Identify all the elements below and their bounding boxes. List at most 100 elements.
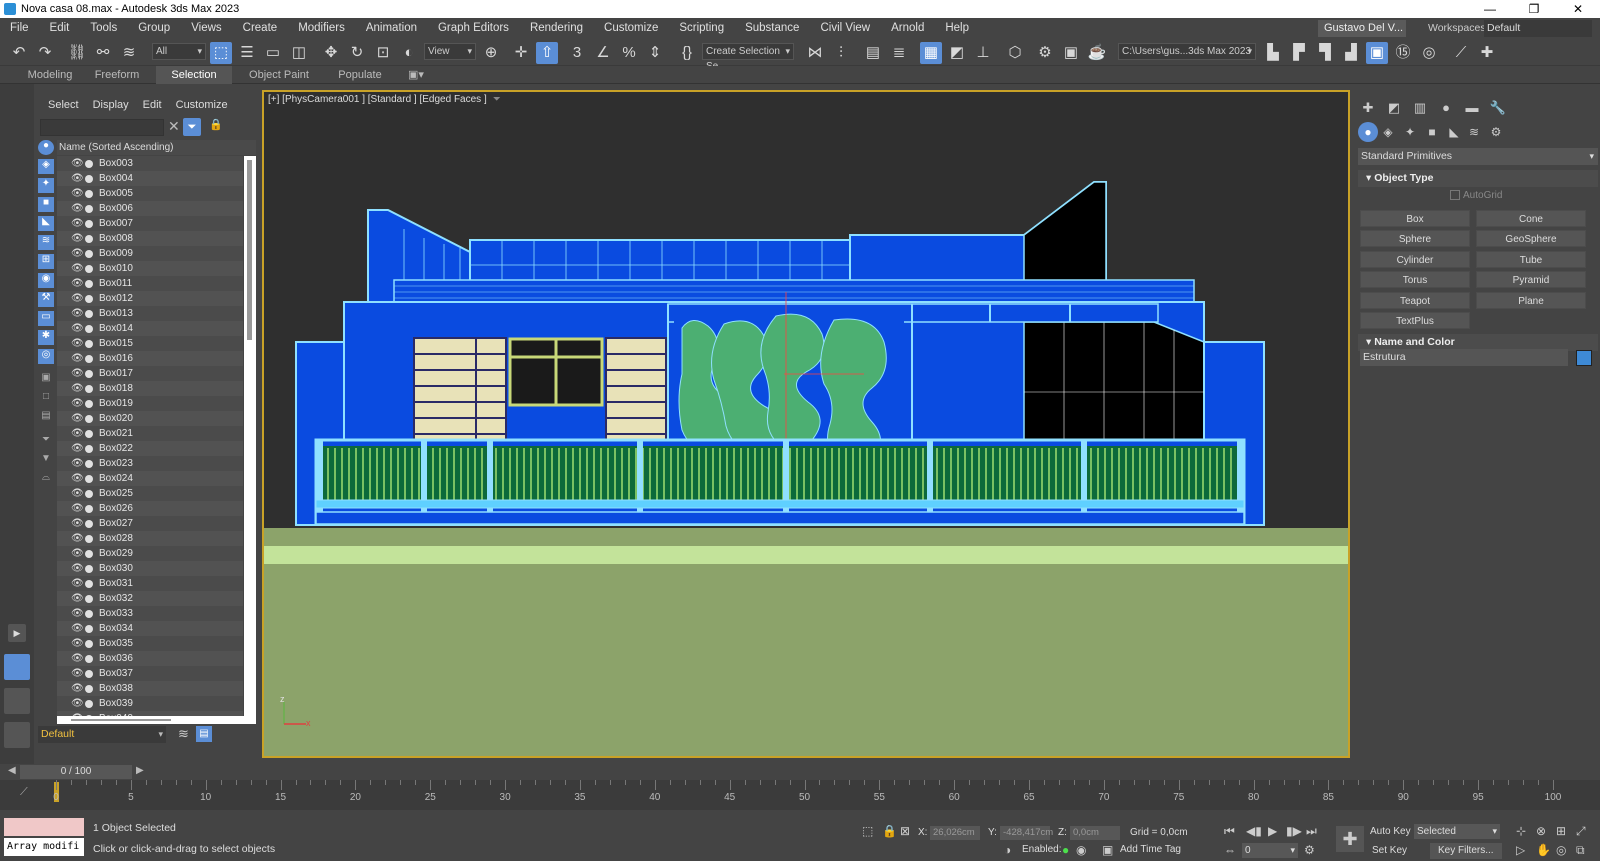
max-creation-graph-icon[interactable]: ▟ bbox=[1340, 42, 1362, 64]
visibility-eye-icon[interactable]: 👁 bbox=[71, 321, 85, 336]
menu-scripting[interactable]: Scripting bbox=[669, 18, 735, 38]
freeze-dot-icon[interactable] bbox=[85, 684, 93, 693]
freeze-dot-icon[interactable] bbox=[85, 594, 93, 603]
visibility-eye-icon[interactable]: 👁 bbox=[71, 336, 85, 351]
menu-views[interactable]: Views bbox=[181, 18, 232, 38]
menu-rendering[interactable]: Rendering bbox=[520, 18, 594, 38]
current-frame-field[interactable]: 0 bbox=[1242, 843, 1298, 858]
visibility-eye-icon[interactable]: 👁 bbox=[71, 261, 85, 276]
primitive-type-dropdown[interactable]: Standard Primitives bbox=[1358, 148, 1598, 165]
visibility-eye-icon[interactable]: 👁 bbox=[71, 591, 85, 606]
selection-lock-icon[interactable]: 🔒 bbox=[882, 824, 897, 838]
filter-selection-icon[interactable]: ▼ bbox=[38, 453, 54, 468]
expand-layouts-icon[interactable]: ▶ bbox=[8, 624, 26, 642]
explorer-menu-select[interactable]: Select bbox=[48, 99, 79, 111]
go-to-start-icon[interactable]: ⏮ bbox=[1224, 824, 1235, 839]
list-item[interactable]: 👁 Box013 bbox=[57, 306, 243, 321]
visibility-eye-icon[interactable]: 👁 bbox=[71, 696, 85, 711]
percent-snap-icon[interactable]: % bbox=[618, 42, 640, 64]
freeze-dot-icon[interactable] bbox=[85, 414, 93, 423]
visibility-eye-icon[interactable]: 👁 bbox=[71, 636, 85, 651]
play-icon[interactable]: ▶ bbox=[1268, 824, 1277, 838]
visibility-eye-icon[interactable]: 👁 bbox=[71, 486, 85, 501]
list-item[interactable]: 👁 Box011 bbox=[57, 276, 243, 291]
snaps-toggle-icon[interactable]: 3 bbox=[566, 42, 588, 64]
freeze-dot-icon[interactable] bbox=[85, 324, 93, 333]
previous-frame-icon[interactable]: ◀ bbox=[8, 765, 16, 776]
freeze-dot-icon[interactable] bbox=[85, 504, 93, 513]
visibility-eye-icon[interactable]: 👁 bbox=[71, 561, 85, 576]
curve-editor-icon[interactable]: ◩ bbox=[946, 42, 968, 64]
menu-help[interactable]: Help bbox=[935, 18, 980, 38]
perspective-viewport[interactable]: [+] [PhysCamera001 ] [Standard ] [Edged … bbox=[262, 90, 1350, 758]
motion-tab-icon[interactable]: ● bbox=[1436, 98, 1456, 118]
freeze-dot-icon[interactable] bbox=[85, 174, 93, 183]
maximize-viewport-icon[interactable]: ⤢ bbox=[1576, 824, 1586, 839]
visibility-eye-icon[interactable]: 👁 bbox=[71, 681, 85, 696]
freeze-dot-icon[interactable] bbox=[85, 489, 93, 498]
column-header-name[interactable]: Name (Sorted Ascending) bbox=[57, 140, 256, 155]
list-item[interactable]: 👁 Box018 bbox=[57, 381, 243, 396]
list-item[interactable]: 👁 Box014 bbox=[57, 321, 243, 336]
visibility-eye-icon[interactable]: 👁 bbox=[71, 501, 85, 516]
toggle-ribbon-icon[interactable]: ▦ bbox=[920, 42, 942, 64]
display-tab-icon[interactable]: ▬ bbox=[1462, 98, 1482, 118]
visibility-eye-icon[interactable]: 👁 bbox=[71, 186, 85, 201]
ribbon-options-icon[interactable]: ▣▾ bbox=[404, 66, 428, 84]
list-item[interactable]: 👁 Box039 bbox=[57, 696, 243, 711]
add-tool-icon[interactable]: ✚ bbox=[1476, 42, 1498, 64]
visibility-eye-icon[interactable]: 👁 bbox=[71, 621, 85, 636]
pivot-center-icon[interactable]: ⊕ bbox=[480, 42, 502, 64]
reference-coordinate-dropdown[interactable]: View bbox=[424, 43, 476, 60]
toggle-layer-explorer-icon[interactable]: ≣ bbox=[888, 42, 910, 64]
list-item[interactable]: 👁 Box021 bbox=[57, 426, 243, 441]
list-item[interactable]: 👁 Box035 bbox=[57, 636, 243, 651]
key-mode-toggle-icon[interactable]: ⇔ bbox=[1224, 843, 1236, 857]
tab-freeform[interactable]: Freeform bbox=[90, 66, 144, 84]
freeze-dot-icon[interactable] bbox=[85, 279, 93, 288]
cameras-category-icon[interactable]: ■ bbox=[1422, 122, 1442, 142]
freeze-dot-icon[interactable] bbox=[85, 249, 93, 258]
list-item[interactable]: 👁 Box033 bbox=[57, 606, 243, 621]
menu-file[interactable]: File bbox=[0, 18, 40, 38]
freeze-dot-icon[interactable] bbox=[85, 564, 93, 573]
key-filters-button[interactable]: Key Filters... bbox=[1430, 843, 1502, 859]
lights-category-icon[interactable]: ✦ bbox=[1400, 122, 1420, 142]
display-geometry-icon[interactable]: ● bbox=[38, 140, 54, 155]
list-item[interactable]: 👁 Box004 bbox=[57, 171, 243, 186]
freeze-dot-icon[interactable] bbox=[85, 159, 93, 168]
user-account-dropdown[interactable]: Gustavo Del V... ▾ bbox=[1318, 20, 1406, 51]
freeze-dot-icon[interactable] bbox=[85, 579, 93, 588]
visibility-eye-icon[interactable]: 👁 bbox=[71, 156, 85, 171]
helpers-category-icon[interactable]: ◣ bbox=[1444, 122, 1464, 142]
box-button[interactable]: Box bbox=[1360, 210, 1470, 227]
add-time-tag-button[interactable]: Add Time Tag bbox=[1120, 844, 1181, 855]
project-folder-dropdown[interactable]: C:\Users\gus...3ds Max 2023 bbox=[1118, 43, 1256, 60]
zoom-extents-icon[interactable]: ⊹ bbox=[1516, 824, 1526, 838]
list-item[interactable]: 👁 Box029 bbox=[57, 546, 243, 561]
visibility-eye-icon[interactable]: 👁 bbox=[71, 651, 85, 666]
orbit-icon[interactable]: ◎ bbox=[1556, 843, 1566, 857]
explorer-settings-icon[interactable]: ⌓ bbox=[38, 472, 54, 487]
explorer-mode-toggle-icon[interactable]: ▤ bbox=[196, 726, 212, 742]
visibility-eye-icon[interactable]: 👁 bbox=[71, 471, 85, 486]
geometry-category-icon[interactable]: ● bbox=[1358, 122, 1378, 142]
explorer-menu-edit[interactable]: Edit bbox=[143, 99, 162, 111]
list-item[interactable]: 👁 Box003 bbox=[57, 156, 243, 171]
geosphere-button[interactable]: GeoSphere bbox=[1476, 230, 1586, 247]
select-place-icon[interactable]: ◐ bbox=[398, 42, 420, 64]
freeze-dot-icon[interactable] bbox=[85, 354, 93, 363]
freeze-dot-icon[interactable] bbox=[85, 624, 93, 633]
display-lights-icon[interactable]: ✦ bbox=[38, 178, 54, 193]
display-hidden-icon[interactable]: ◎ bbox=[38, 349, 54, 364]
rendered-frame-window-icon[interactable]: ▣ bbox=[1060, 42, 1082, 64]
next-frame-icon[interactable]: ▶ bbox=[136, 765, 144, 776]
visibility-eye-icon[interactable]: 👁 bbox=[71, 516, 85, 531]
list-item[interactable]: 👁 Box025 bbox=[57, 486, 243, 501]
freeze-dot-icon[interactable] bbox=[85, 669, 93, 678]
schematic-view-icon[interactable]: ⊥ bbox=[972, 42, 994, 64]
freeze-dot-icon[interactable] bbox=[85, 534, 93, 543]
spacewarps-category-icon[interactable]: ≋ bbox=[1464, 122, 1484, 142]
select-by-name-icon[interactable]: ☰ bbox=[236, 42, 258, 64]
layer-dropdown[interactable]: Default bbox=[38, 726, 166, 743]
